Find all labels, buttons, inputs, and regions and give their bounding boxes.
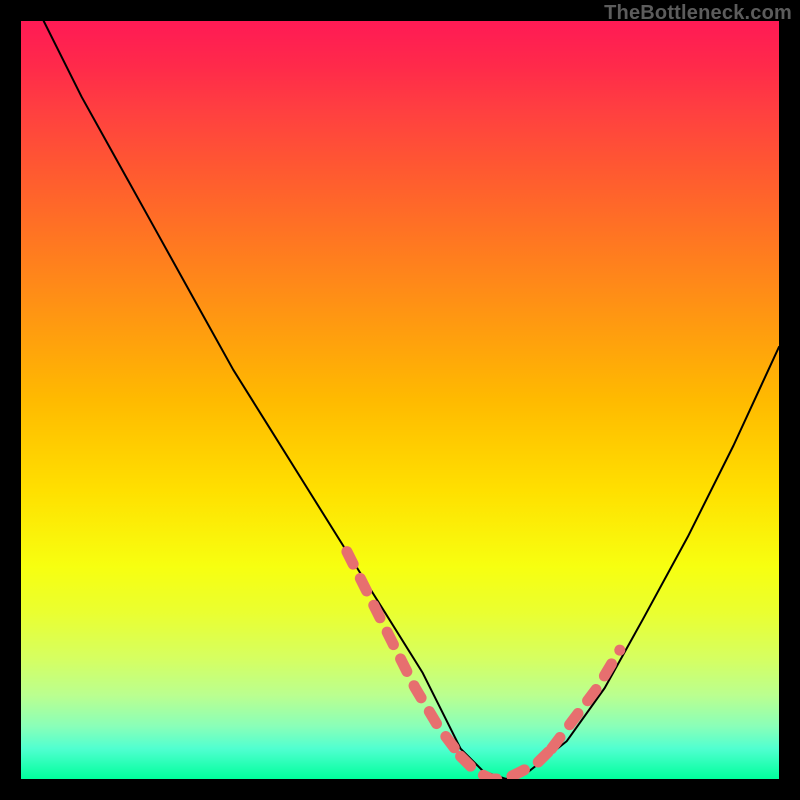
plot-background: [21, 21, 779, 779]
highlight-band-left: [347, 552, 461, 757]
watermark-text: TheBottleneck.com: [604, 2, 792, 25]
highlight-band-bottom: [461, 749, 552, 779]
bottleneck-curve: [44, 21, 779, 779]
highlight-band-right: [552, 650, 620, 749]
chart-frame: TheBottleneck.com: [0, 0, 800, 800]
chart-svg: [21, 21, 779, 779]
